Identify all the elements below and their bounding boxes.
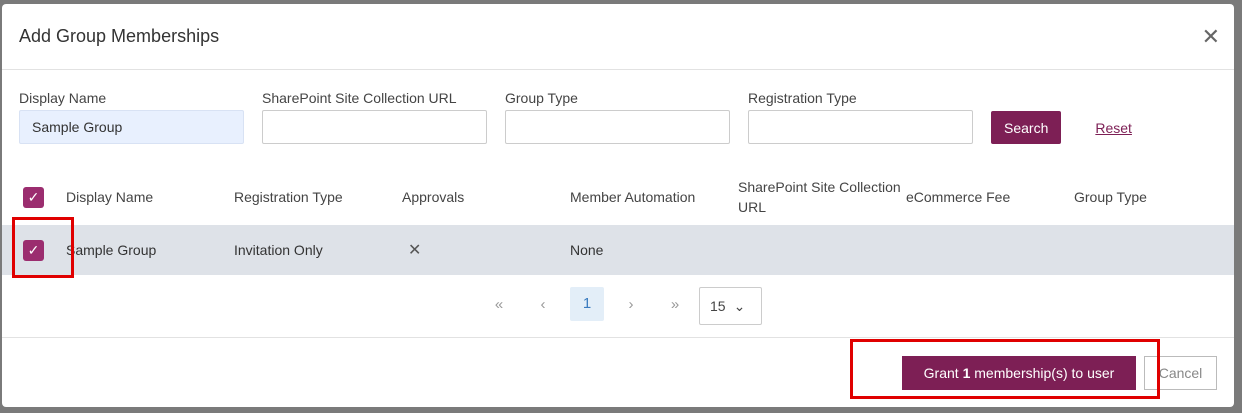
registration-type-label: Registration Type bbox=[748, 90, 857, 106]
col-member-automation[interactable]: Member Automation bbox=[570, 189, 738, 205]
groups-table: ✓ Display Name Registration Type Approva… bbox=[2, 169, 1234, 275]
cell-display-name: Sample Group bbox=[66, 242, 157, 258]
table-header: ✓ Display Name Registration Type Approva… bbox=[2, 169, 1234, 225]
next-page-button[interactable]: › bbox=[609, 296, 653, 313]
add-group-memberships-dialog: Add Group Memberships ✕ Display Name Sha… bbox=[2, 4, 1234, 407]
dialog-footer bbox=[2, 337, 1234, 338]
first-page-button[interactable]: « bbox=[477, 296, 521, 313]
close-icon[interactable]: ✕ bbox=[1202, 24, 1220, 50]
page-1-button[interactable]: 1 bbox=[570, 287, 604, 321]
dialog-title: Add Group Memberships bbox=[19, 26, 220, 46]
col-group-type[interactable]: Group Type bbox=[1074, 189, 1234, 205]
search-button[interactable]: Search bbox=[991, 111, 1062, 144]
highlight-box bbox=[12, 217, 74, 278]
last-page-button[interactable]: » bbox=[653, 296, 697, 313]
x-icon: ✕ bbox=[408, 242, 422, 259]
group-type-label: Group Type bbox=[505, 90, 578, 106]
select-all-checkbox[interactable]: ✓ bbox=[23, 186, 44, 208]
col-display-name[interactable]: Display Name bbox=[66, 189, 234, 205]
display-name-label: Display Name bbox=[19, 90, 107, 106]
table-row[interactable]: ✓ Sample Group Invitation Only ✕ None bbox=[2, 225, 1234, 275]
col-approvals[interactable]: Approvals bbox=[402, 189, 570, 205]
display-name-input[interactable] bbox=[19, 110, 244, 144]
dialog-header: Add Group Memberships bbox=[2, 4, 1234, 70]
cell-registration-type: Invitation Only bbox=[234, 242, 323, 258]
sharepoint-url-label: SharePoint Site Collection URL bbox=[262, 90, 457, 106]
cell-member-automation: None bbox=[570, 242, 604, 258]
reset-link[interactable]: Reset bbox=[1095, 120, 1132, 136]
pagination: « ‹ 1 › » bbox=[477, 287, 697, 321]
col-sharepoint-url[interactable]: SharePoint Site Collection URL bbox=[738, 177, 906, 217]
registration-type-input[interactable] bbox=[748, 110, 973, 144]
col-registration-type[interactable]: Registration Type bbox=[234, 189, 402, 205]
sharepoint-url-input[interactable] bbox=[262, 110, 487, 144]
page-size-value: 15 bbox=[710, 298, 726, 314]
filter-bar: Display Name SharePoint Site Collection … bbox=[19, 90, 1132, 144]
col-ecommerce-fee[interactable]: eCommerce Fee bbox=[906, 189, 1074, 205]
page-size-select[interactable]: 15 ⌄ bbox=[699, 287, 762, 325]
chevron-down-icon: ⌄ bbox=[733, 297, 746, 314]
group-type-input[interactable] bbox=[505, 110, 730, 144]
highlight-box bbox=[850, 339, 1160, 399]
prev-page-button[interactable]: ‹ bbox=[521, 296, 565, 313]
